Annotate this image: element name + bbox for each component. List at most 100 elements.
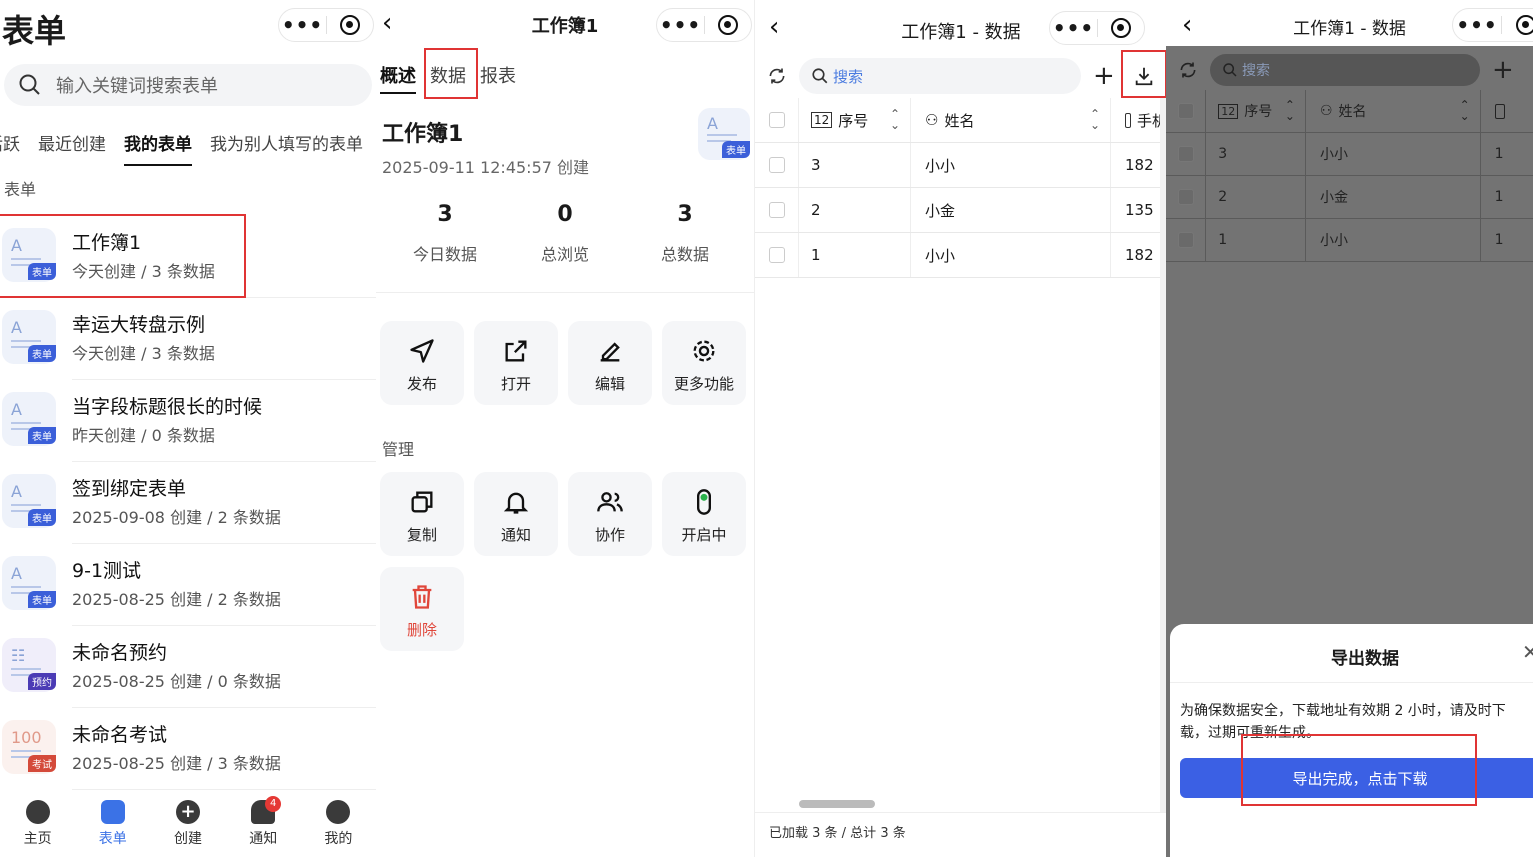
delete-button[interactable]: 删除 — [380, 567, 464, 651]
tab-home[interactable]: 主页 — [0, 796, 75, 857]
close-icon[interactable]: ✕ — [1522, 640, 1533, 664]
form-overview-screen: ‹ 工作簿1 ••• 概述 数据 报表 工作簿1 2025-09-11 12:4… — [376, 0, 754, 857]
notify-button[interactable]: 通知 — [474, 472, 558, 556]
row-checkbox — [1177, 146, 1194, 162]
copy-button[interactable]: 复制 — [380, 472, 464, 556]
close-target-icon[interactable] — [1098, 18, 1144, 38]
download-button[interactable]: 导出完成，点击下载 — [1180, 758, 1533, 798]
form-icon: A 表单 — [2, 474, 56, 528]
tab-active[interactable]: 活跃 — [0, 130, 20, 160]
list-item[interactable]: A 表单 幸运大转盘示例 今天创建 / 3 条数据 — [0, 298, 376, 380]
cell-name: 小小 — [1306, 133, 1481, 175]
table-header: 12 序号 ⌃ ⌄ ⚇ 姓名 ⌃ ⌄ 手机 — [755, 98, 1166, 143]
cell-phone: 1 — [1494, 146, 1504, 162]
sort-icon: ⌃ ⌄ — [1459, 98, 1470, 123]
tab-data[interactable]: 数据 — [430, 62, 466, 88]
close-target-icon[interactable] — [1502, 15, 1533, 35]
open-button[interactable]: 打开 — [474, 321, 558, 405]
form-name: 幸运大转盘示例 — [72, 314, 206, 336]
list-item[interactable]: A 表单 工作簿1 今天创建 / 3 条数据 — [0, 216, 376, 298]
exam-icon: 100 考试 — [2, 720, 56, 774]
table-header: 12 序号 ⌃ ⌄ ⚇ 姓名 ⌃ ⌄ — [1166, 90, 1533, 133]
close-target-icon[interactable] — [705, 15, 751, 35]
tab-me[interactable]: 我的 — [301, 796, 376, 857]
form-meta: 2025-08-25 创建 / 0 条数据 — [72, 672, 281, 691]
form-icon: A 表单 — [2, 228, 56, 282]
search-input[interactable]: 搜索 — [799, 58, 1081, 94]
collaborate-button[interactable]: 协作 — [568, 472, 652, 556]
tab-recent[interactable]: 最近创建 — [38, 130, 106, 160]
tab-notify[interactable]: 4 通知 — [226, 796, 301, 857]
cell-phone: 135 — [1125, 201, 1154, 219]
cell-name: 小小 — [1306, 219, 1481, 261]
add-record-icon[interactable]: + — [1093, 58, 1115, 94]
table-row[interactable]: 1 小小 182 — [755, 233, 1166, 278]
more-dots-icon[interactable]: ••• — [1050, 13, 1097, 43]
row-checkbox[interactable] — [768, 247, 785, 263]
phone-icon — [1494, 103, 1505, 119]
cell-name: 小小 — [911, 143, 1111, 187]
sort-icon[interactable]: ⌃ ⌄ — [890, 108, 900, 131]
booking-icon: ☷ 预约 — [2, 638, 56, 692]
search-input[interactable]: 输入关键词搜索表单 — [4, 64, 372, 106]
column-phone — [1481, 90, 1533, 132]
form-name: 未命名预约 — [72, 642, 168, 664]
cell-seq: 3 — [799, 143, 911, 187]
column-name: ⚇ 姓名 ⌃ ⌄ — [1306, 90, 1481, 132]
search-icon — [812, 68, 828, 84]
mini-program-capsule: ••• — [1452, 8, 1533, 42]
column-seq[interactable]: 12 序号 ⌃ ⌄ — [799, 98, 911, 142]
tab-report[interactable]: 报表 — [480, 62, 516, 88]
more-dots-icon[interactable]: ••• — [1453, 10, 1501, 40]
cell-seq: 2 — [1206, 176, 1306, 218]
tab-filled-for-others[interactable]: 我为别人填写的表单 — [210, 130, 363, 160]
form-name: 工作簿1 — [72, 232, 142, 254]
form-data-screen: ‹ 工作簿1 - 数据 ••• 搜索 + 12 序号 ⌃⌄ ⚇ 姓名 ⌃⌄ — [754, 0, 1166, 857]
tab-my-forms[interactable]: 我的表单 — [124, 130, 192, 166]
list-item[interactable]: A 表单 签到绑定表单 2025-09-08 创建 / 2 条数据 — [0, 462, 376, 544]
bottom-tabbar: 主页 表单 + 创建 4 通知 我的 — [0, 796, 376, 857]
refresh-icon[interactable] — [767, 66, 787, 86]
forms-list-screen: 表单 ••• 输入关键词搜索表单 活跃 最近创建 我的表单 我为别人填写的表单 … — [0, 0, 376, 857]
column-phone[interactable]: 手机 — [1111, 98, 1166, 142]
more-dots-icon[interactable]: ••• — [279, 10, 326, 40]
edit-button[interactable]: 编辑 — [568, 321, 652, 405]
number-icon: 12 — [811, 112, 833, 128]
sort-icon[interactable]: ⌃ ⌄ — [1090, 108, 1100, 131]
action-grid: 发布 打开 编辑 更多功能 — [380, 321, 754, 405]
detail-tabs: 概述 数据 报表 — [380, 62, 530, 94]
more-dots-icon[interactable]: ••• — [657, 10, 704, 40]
tab-overview[interactable]: 概述 — [380, 62, 416, 94]
tab-create[interactable]: + 创建 — [150, 796, 225, 857]
tab-forms[interactable]: 表单 — [75, 796, 150, 857]
enabled-toggle-button[interactable]: 开启中 — [662, 472, 746, 556]
mini-program-capsule: ••• — [278, 8, 374, 42]
list-item[interactable]: 100 考试 未命名考试 2025-08-25 创建 / 3 条数据 — [0, 708, 376, 790]
person-icon: ⚇ — [925, 111, 939, 129]
form-meta: 2025-08-25 创建 / 2 条数据 — [72, 590, 281, 609]
select-all-checkbox[interactable] — [768, 112, 785, 128]
home-icon — [25, 800, 50, 824]
refresh-icon — [1180, 62, 1196, 78]
created-time: 2025-09-11 12:45:57 创建 — [382, 158, 590, 177]
row-checkbox[interactable] — [768, 157, 785, 173]
column-name[interactable]: ⚇ 姓名 ⌃ ⌄ — [911, 98, 1111, 142]
close-target-icon[interactable] — [327, 15, 373, 35]
horizontal-scrollbar[interactable] — [799, 800, 875, 808]
list-item[interactable]: A 表单 9-1测试 2025-08-25 创建 / 2 条数据 — [0, 544, 376, 626]
form-name: 当字段标题很长的时候 — [72, 396, 263, 418]
list-item[interactable]: A 表单 当字段标题很长的时候 昨天创建 / 0 条数据 — [0, 380, 376, 462]
table-row[interactable]: 3 小小 182 — [755, 143, 1166, 188]
table-row[interactable]: 2 小金 135 — [755, 188, 1166, 233]
more-features-button[interactable]: 更多功能 — [662, 321, 746, 405]
publish-button[interactable]: 发布 — [380, 321, 464, 405]
sort-icon: ⌃ ⌄ — [1284, 98, 1295, 123]
list-item[interactable]: ☷ 预约 未命名预约 2025-08-25 创建 / 0 条数据 — [0, 626, 376, 708]
row-checkbox[interactable] — [768, 202, 785, 218]
export-sheet: 导出数据 ✕ 为确保数据安全，下载地址有效期 2 小时，请及时下载，过期可重新生… — [1170, 624, 1533, 857]
download-icon[interactable] — [1133, 65, 1155, 87]
trash-icon — [412, 585, 432, 609]
add-record-icon: + — [1492, 55, 1514, 85]
form-name: 工作簿1 — [382, 122, 464, 147]
danger-grid: 删除 — [380, 567, 474, 651]
